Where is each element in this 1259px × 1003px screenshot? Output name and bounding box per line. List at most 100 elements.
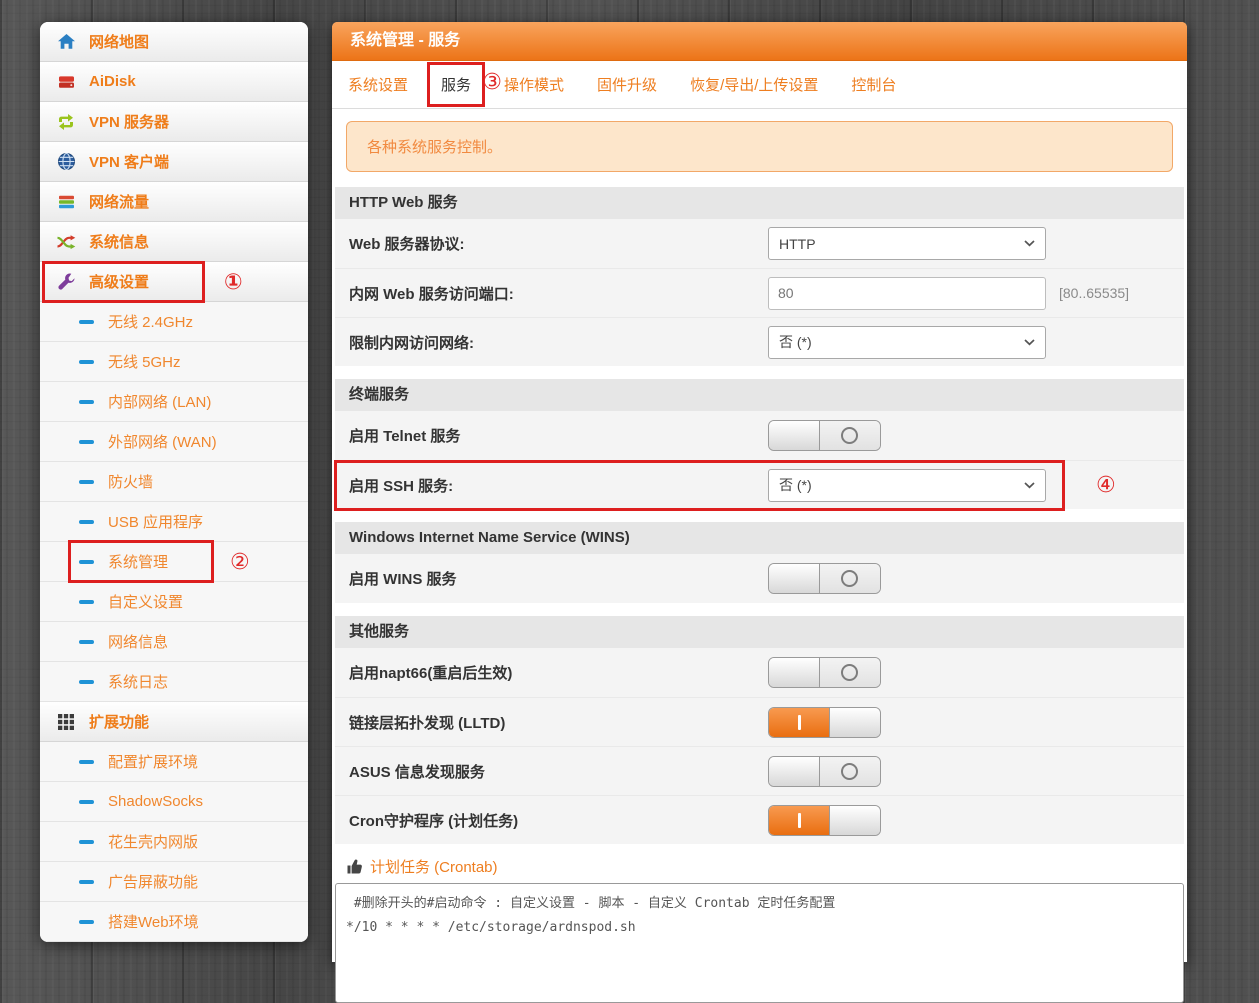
- dash-icon: [78, 872, 94, 892]
- sidebar-item-label: 系统日志: [108, 671, 168, 692]
- sidebar-item-vpn-client[interactable]: VPN 客户端: [40, 142, 308, 182]
- sidebar-item-label: 系统信息: [89, 231, 149, 252]
- sidebar-item-lan[interactable]: 内部网络 (LAN): [40, 382, 308, 422]
- wins-toggle[interactable]: [768, 563, 881, 594]
- form-row-lan-restrict: 限制内网访问网络:否 (*): [335, 317, 1184, 366]
- crontab-textarea[interactable]: #删除开头的#启动命令 : 自定义设置 - 脚本 - 自定义 Crontab 定…: [335, 883, 1184, 1003]
- field-label: 启用 Telnet 服务: [335, 425, 768, 446]
- sidebar-item-vpn-server[interactable]: VPN 服务器: [40, 102, 308, 142]
- dash-icon: [78, 472, 94, 492]
- sidebar-item-peanut-shell[interactable]: 花生壳内网版: [40, 822, 308, 862]
- toggle-handle: [829, 708, 880, 737]
- ssh-select[interactable]: 否 (*): [768, 469, 1046, 502]
- sidebar-item-firewall[interactable]: 防火墙: [40, 462, 308, 502]
- chevron-down-icon: [1024, 339, 1035, 346]
- sidebar-item-traffic[interactable]: 网络流量: [40, 182, 308, 222]
- sidebar-item-web-env[interactable]: 搭建Web环境: [40, 902, 308, 942]
- sidebar-item-network-info[interactable]: 网络信息: [40, 622, 308, 662]
- lan-restrict-select[interactable]: 否 (*): [768, 326, 1046, 359]
- annotation-number: ④: [1096, 474, 1116, 496]
- form-section: Windows Internet Name Service (WINS)启用 W…: [335, 522, 1184, 603]
- web-protocol-select[interactable]: HTTP: [768, 227, 1046, 260]
- sidebar-item-wireless-5g[interactable]: 无线 5GHz: [40, 342, 308, 382]
- globe-icon: [56, 152, 76, 172]
- toggle-handle: [829, 806, 880, 835]
- toggle-off-mark: [820, 421, 880, 450]
- sidebar-item-advanced[interactable]: 高级设置①: [40, 262, 308, 302]
- form-row-wins: 启用 WINS 服务: [335, 554, 1184, 603]
- lltd-toggle[interactable]: [768, 707, 881, 738]
- sidebar-item-wireless-24g[interactable]: 无线 2.4GHz: [40, 302, 308, 342]
- sidebar-item-label: 无线 2.4GHz: [108, 311, 193, 332]
- select-value: HTTP: [779, 236, 816, 252]
- sidebar-item-adblock[interactable]: 广告屏蔽功能: [40, 862, 308, 902]
- field-control: [768, 563, 881, 594]
- select-value: 否 (*): [779, 475, 812, 495]
- tab-system-settings[interactable]: 系统设置: [348, 74, 408, 95]
- page-title: 系统管理 - 服务: [332, 22, 1187, 61]
- sidebar-item-ext-env[interactable]: 配置扩展环境: [40, 742, 308, 782]
- sidebar-item-label: USB 应用程序: [108, 511, 203, 532]
- sidebar-item-aidisk[interactable]: AiDisk: [40, 62, 308, 102]
- dash-icon: [78, 832, 94, 852]
- form-row-ssh: 启用 SSH 服务: 否 (*) ④: [335, 460, 1184, 509]
- dash-icon: [78, 512, 94, 532]
- section-title: 终端服务: [335, 379, 1184, 411]
- sidebar-item-wan[interactable]: 外部网络 (WAN): [40, 422, 308, 462]
- sidebar-item-network-map[interactable]: 网络地图: [40, 22, 308, 62]
- sidebar-item-usb-app[interactable]: USB 应用程序: [40, 502, 308, 542]
- crond-toggle[interactable]: [768, 805, 881, 836]
- loop-arrows-icon: [56, 112, 76, 132]
- field-control: [768, 420, 881, 451]
- tab-operation-mode[interactable]: 操作模式: [504, 74, 564, 95]
- tab-restore-export[interactable]: 恢复/导出/上传设置: [690, 74, 818, 95]
- tab-label: 服务: [441, 77, 471, 94]
- sidebar-item-label: 自定义设置: [108, 591, 183, 612]
- dash-icon: [78, 592, 94, 612]
- tab-firmware-upgrade[interactable]: 固件升级: [597, 74, 657, 95]
- traffic-bars-icon: [56, 192, 76, 212]
- sidebar-item-label: 无线 5GHz: [108, 351, 181, 372]
- sidebar-item-extensions[interactable]: 扩展功能: [40, 702, 308, 742]
- sidebar-item-sysinfo[interactable]: 系统信息: [40, 222, 308, 262]
- toggle-on-mark: [769, 806, 829, 835]
- dash-icon: [78, 752, 94, 772]
- sidebar-item-sysadmin[interactable]: 系统管理②: [40, 542, 308, 582]
- tab-services[interactable]: 服务③: [441, 74, 471, 95]
- select-value: 否 (*): [779, 332, 812, 352]
- tab-label: 固件升级: [597, 77, 657, 94]
- toggle-handle: [769, 564, 820, 593]
- toggle-handle: [769, 757, 820, 786]
- crontab-heading: 计划任务 (Crontab): [346, 856, 1187, 877]
- tab-console[interactable]: 控制台: [851, 74, 896, 95]
- sidebar-item-label: 广告屏蔽功能: [108, 871, 198, 892]
- annotation-number: ②: [230, 551, 250, 573]
- sidebar-item-label: 花生壳内网版: [108, 831, 198, 852]
- field-control: [768, 756, 881, 787]
- form-section: 其他服务启用napt66(重启后生效)链接层拓扑发现 (LLTD)ASUS 信息…: [335, 616, 1184, 844]
- form-row-crond: Cron守护程序 (计划任务): [335, 795, 1184, 844]
- toggle-on-mark: [769, 708, 829, 737]
- napt66-toggle[interactable]: [768, 657, 881, 688]
- sidebar-item-label: 扩展功能: [89, 711, 149, 732]
- sidebar-item-label: 搭建Web环境: [108, 911, 199, 932]
- sidebar-item-syslog[interactable]: 系统日志: [40, 662, 308, 702]
- field-label: ASUS 信息发现服务: [335, 761, 768, 782]
- notice-box: 各种系统服务控制。: [346, 121, 1173, 172]
- asus-discovery-toggle[interactable]: [768, 756, 881, 787]
- sidebar-item-shadowsocks[interactable]: ShadowSocks: [40, 782, 308, 822]
- field-control: 否 (*): [768, 326, 1046, 359]
- toggle-off-mark: [820, 658, 880, 687]
- grid-icon: [56, 712, 76, 732]
- field-control: HTTP: [768, 227, 1046, 260]
- form-row-napt66: 启用napt66(重启后生效): [335, 648, 1184, 697]
- dash-icon: [78, 352, 94, 372]
- section-title: Windows Internet Name Service (WINS): [335, 522, 1184, 554]
- dash-icon: [78, 912, 94, 932]
- telnet-toggle[interactable]: [768, 420, 881, 451]
- web-port-input[interactable]: [768, 277, 1046, 310]
- field-label: 启用 SSH 服务:: [335, 475, 768, 496]
- section-title: 其他服务: [335, 616, 1184, 648]
- sidebar-item-custom-set[interactable]: 自定义设置: [40, 582, 308, 622]
- sidebar-item-label: 网络流量: [89, 191, 149, 212]
